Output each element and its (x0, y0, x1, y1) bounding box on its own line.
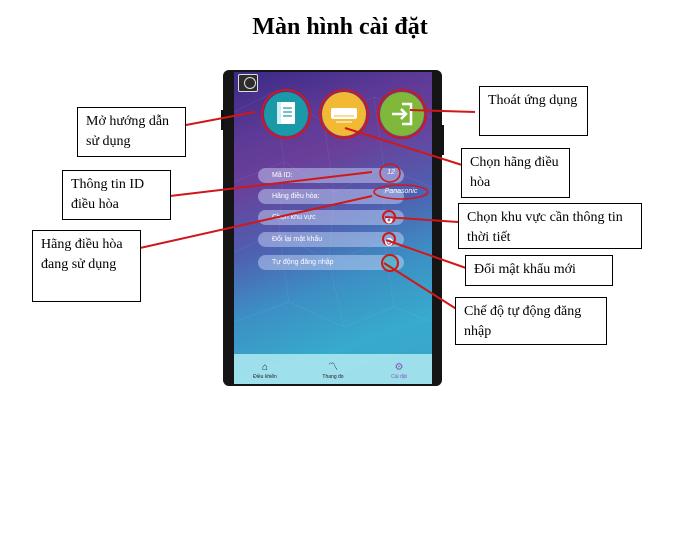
bottom-nav: ⌂ Điều khiển 〽 Thang đo ⚙ Cài đặt (234, 354, 432, 384)
guide-button[interactable] (261, 89, 311, 139)
phone-side-button (221, 110, 224, 130)
callout-guide: Mở hướng dẫn sử dụng (77, 107, 186, 157)
callout-exit: Thoát ứng dụng (479, 86, 588, 136)
callout-id-info: Thông tin ID điều hòa (62, 170, 171, 220)
chart-icon: 〽 (328, 362, 338, 373)
location-icon (385, 216, 393, 224)
nav-control-label: Điều khiển (253, 374, 277, 380)
location-button[interactable] (382, 210, 396, 224)
exit-button[interactable] (377, 89, 427, 139)
app-screen: Mã ID: 12 Hãng điều hòa: Panasonic Chọn … (234, 72, 432, 384)
password-label: Đổi lại mật khẩu (272, 236, 323, 243)
callout-current-brand: Hãng điều hòa đang sử dụng (32, 230, 141, 302)
id-highlight-ring (379, 163, 401, 183)
nav-measure-label: Thang đo (322, 374, 344, 380)
id-label: Mã ID: (272, 172, 293, 179)
region-label: Chọn khu vực (272, 214, 316, 221)
nav-settings-label: Cài đặt (391, 374, 407, 380)
change-password-button[interactable] (382, 232, 396, 246)
brand-label: Hãng điều hòa: (272, 193, 320, 200)
callout-region: Chọn khu vực cần thông tin thời tiết (458, 203, 642, 249)
page-title: Màn hình cài đặt (252, 14, 428, 40)
autologin-toggle[interactable] (381, 254, 399, 272)
menu-icon[interactable] (238, 74, 258, 92)
nav-settings[interactable]: ⚙ Cài đặt (374, 362, 424, 380)
home-icon: ⌂ (261, 362, 269, 373)
callout-autologin: Chế độ tự động đăng nhập (455, 297, 607, 345)
callout-select-brand: Chọn hãng điều hòa (461, 148, 570, 198)
nav-measure[interactable]: 〽 Thang đo (308, 362, 358, 380)
callout-password: Đổi mật khẩu mới (465, 255, 613, 286)
nav-control[interactable]: ⌂ Điều khiển (240, 362, 290, 380)
select-brand-button[interactable] (319, 89, 369, 139)
phone-side-button (441, 125, 444, 155)
refresh-icon (385, 238, 393, 246)
autologin-label: Tự động đăng nhập (272, 259, 334, 266)
gear-icon: ⚙ (394, 362, 404, 373)
phone-mockup: Mã ID: 12 Hãng điều hòa: Panasonic Chọn … (221, 70, 444, 386)
brand-highlight-ring (373, 184, 429, 200)
